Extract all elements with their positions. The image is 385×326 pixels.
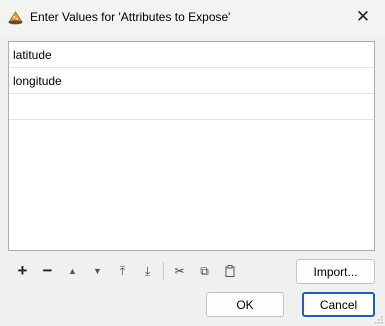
cut-button[interactable]: ✂: [167, 261, 192, 281]
close-button[interactable]: ✕: [341, 0, 385, 34]
copy-icon: ⧉: [200, 263, 209, 278]
move-to-bottom-button[interactable]: ⤓: [135, 261, 160, 281]
move-bottom-icon: ⤓: [144, 263, 151, 278]
list-toolbar: + − ▲ ▼ ⤒ ⤓ ✂ ⧉: [10, 261, 242, 281]
move-up-button[interactable]: ▲: [60, 261, 85, 281]
paste-button[interactable]: [217, 261, 242, 281]
clipboard-icon: [225, 265, 234, 277]
plus-icon: +: [17, 261, 28, 280]
add-row-button[interactable]: +: [10, 261, 35, 281]
toolbar-separator: [163, 262, 164, 280]
scissors-icon: ✂: [174, 264, 185, 278]
app-icon: [8, 11, 23, 25]
ok-button[interactable]: OK: [206, 292, 284, 317]
resize-grip-icon[interactable]: [375, 316, 383, 324]
cancel-button[interactable]: Cancel: [302, 292, 375, 317]
move-top-icon: ⤒: [119, 263, 126, 278]
list-item[interactable]: longitude: [9, 68, 374, 94]
list-item-empty[interactable]: [9, 94, 374, 120]
list-item-label: longitude: [13, 73, 62, 88]
move-down-button[interactable]: ▼: [85, 261, 110, 281]
copy-button[interactable]: ⧉: [192, 261, 217, 281]
arrow-down-icon: ▼: [93, 266, 102, 276]
arrow-up-icon: ▲: [68, 266, 77, 276]
remove-row-button[interactable]: −: [35, 261, 60, 281]
close-icon: ✕: [355, 7, 371, 26]
list-item[interactable]: latitude: [9, 42, 374, 68]
title-bar: Enter Values for 'Attributes to Expose' …: [0, 0, 385, 34]
values-list[interactable]: latitude longitude: [8, 41, 375, 251]
minus-icon: −: [42, 261, 53, 280]
move-to-top-button[interactable]: ⤒: [110, 261, 135, 281]
import-button[interactable]: Import...: [296, 259, 375, 284]
dialog-window: Enter Values for 'Attributes to Expose' …: [0, 0, 385, 326]
list-item-label: latitude: [13, 47, 52, 62]
window-title: Enter Values for 'Attributes to Expose': [30, 10, 231, 24]
